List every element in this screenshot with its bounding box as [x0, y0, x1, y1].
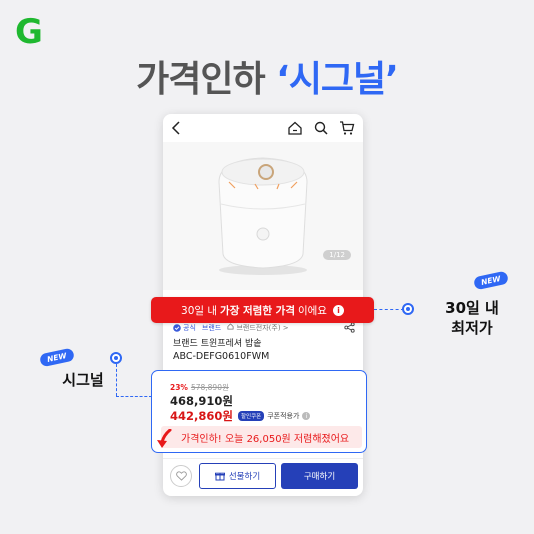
- wishlist-button[interactable]: [170, 465, 192, 487]
- coupon-price-row: 442,860원 할인쿠폰 쿠폰적용가 i: [170, 408, 311, 424]
- seller-name: 브랜드전자(주) >: [236, 324, 289, 332]
- price-highlight-box: 23% 578,890원 468,910원 442,860원 할인쿠폰 쿠폰적용가…: [151, 370, 367, 453]
- cart-icon[interactable]: [339, 120, 355, 136]
- sale-price: 468,910원: [170, 394, 233, 408]
- coupon-info-icon[interactable]: i: [302, 412, 311, 420]
- gift-button-label: 선물하기: [228, 472, 261, 482]
- product-name: 브랜드 트윈프레셔 밥솥: [173, 339, 262, 349]
- callout-lowest-price: 30일 내 최저가: [426, 298, 518, 338]
- lowest-price-post: 이에요: [297, 304, 327, 317]
- image-pager: 1/12: [323, 250, 351, 260]
- lowest-price-pre: 30일 내: [181, 304, 218, 317]
- gmarket-logo: G: [15, 14, 43, 48]
- original-price: 578,890원: [190, 383, 229, 392]
- new-badge-right: NEW: [473, 270, 509, 291]
- headline-prefix: 가격인하: [136, 59, 277, 100]
- price-drop-message: 가격인하! 오늘 26,050원 저렴해졌어요: [161, 426, 362, 448]
- tag-official: 공식: [183, 324, 196, 332]
- info-icon[interactable]: i: [332, 304, 344, 316]
- discount-row: 23% 578,890원: [170, 382, 229, 393]
- share-icon[interactable]: [344, 322, 355, 333]
- headline: 가격인하 ‘시그널’: [0, 50, 534, 102]
- lowest-price-emphasis: 가장 저렴한 가격: [220, 304, 295, 317]
- callout-dot-left: [110, 352, 122, 364]
- svg-text:G: G: [15, 14, 43, 48]
- discount-rate: 23%: [170, 383, 188, 392]
- coupon-price: 442,860원: [170, 409, 233, 423]
- callout-signal: 시그널: [50, 370, 116, 390]
- seller-link[interactable]: 브랜드전자(주) >: [227, 323, 289, 333]
- coupon-badge: 할인쿠폰: [237, 411, 265, 421]
- gift-button[interactable]: 선물하기: [199, 463, 276, 489]
- back-arrow-icon[interactable]: [169, 120, 185, 136]
- callout-right-line2: 최저가: [451, 319, 493, 337]
- callout-left-text: 시그널: [62, 371, 104, 389]
- product-tags: 공식 브랜드 브랜드전자(주) >: [173, 322, 355, 334]
- product-code: ABC-DEFG0610FWM: [173, 351, 270, 362]
- headline-highlight: ‘시그널’: [276, 59, 399, 100]
- bottom-action-bar: 선물하기 구매하기: [163, 458, 363, 496]
- lowest-price-banner: 30일 내 가장 저렴한 가격 이에요 i: [151, 297, 374, 323]
- gift-icon: [214, 472, 225, 481]
- top-bar: [163, 114, 363, 142]
- product-info: 공식 브랜드 브랜드전자(주) > 브랜드 트윈프레셔 밥솥 ABC-DEFG0…: [173, 322, 355, 363]
- callout-right-line1: 30일 내: [445, 299, 499, 317]
- callout-connector-right: [374, 309, 404, 310]
- verified-icon: [173, 324, 181, 332]
- price-down-arrow-icon: [157, 429, 172, 448]
- heart-icon: [175, 471, 187, 481]
- callout-connector-left-h: [116, 396, 152, 397]
- coupon-label: 쿠폰적용가: [267, 412, 300, 420]
- buy-button-label: 구매하기: [303, 472, 336, 482]
- new-badge-left: NEW: [39, 347, 75, 368]
- search-icon[interactable]: [313, 120, 329, 136]
- callout-dot-right: [402, 303, 414, 315]
- store-icon: [227, 323, 234, 330]
- tag-brand[interactable]: 브랜드: [202, 323, 221, 333]
- callout-connector-left-v: [116, 364, 117, 396]
- rice-cooker-image: [218, 157, 308, 275]
- home-icon[interactable]: [287, 120, 303, 136]
- buy-button[interactable]: 구매하기: [281, 463, 358, 489]
- product-image[interactable]: [163, 142, 363, 290]
